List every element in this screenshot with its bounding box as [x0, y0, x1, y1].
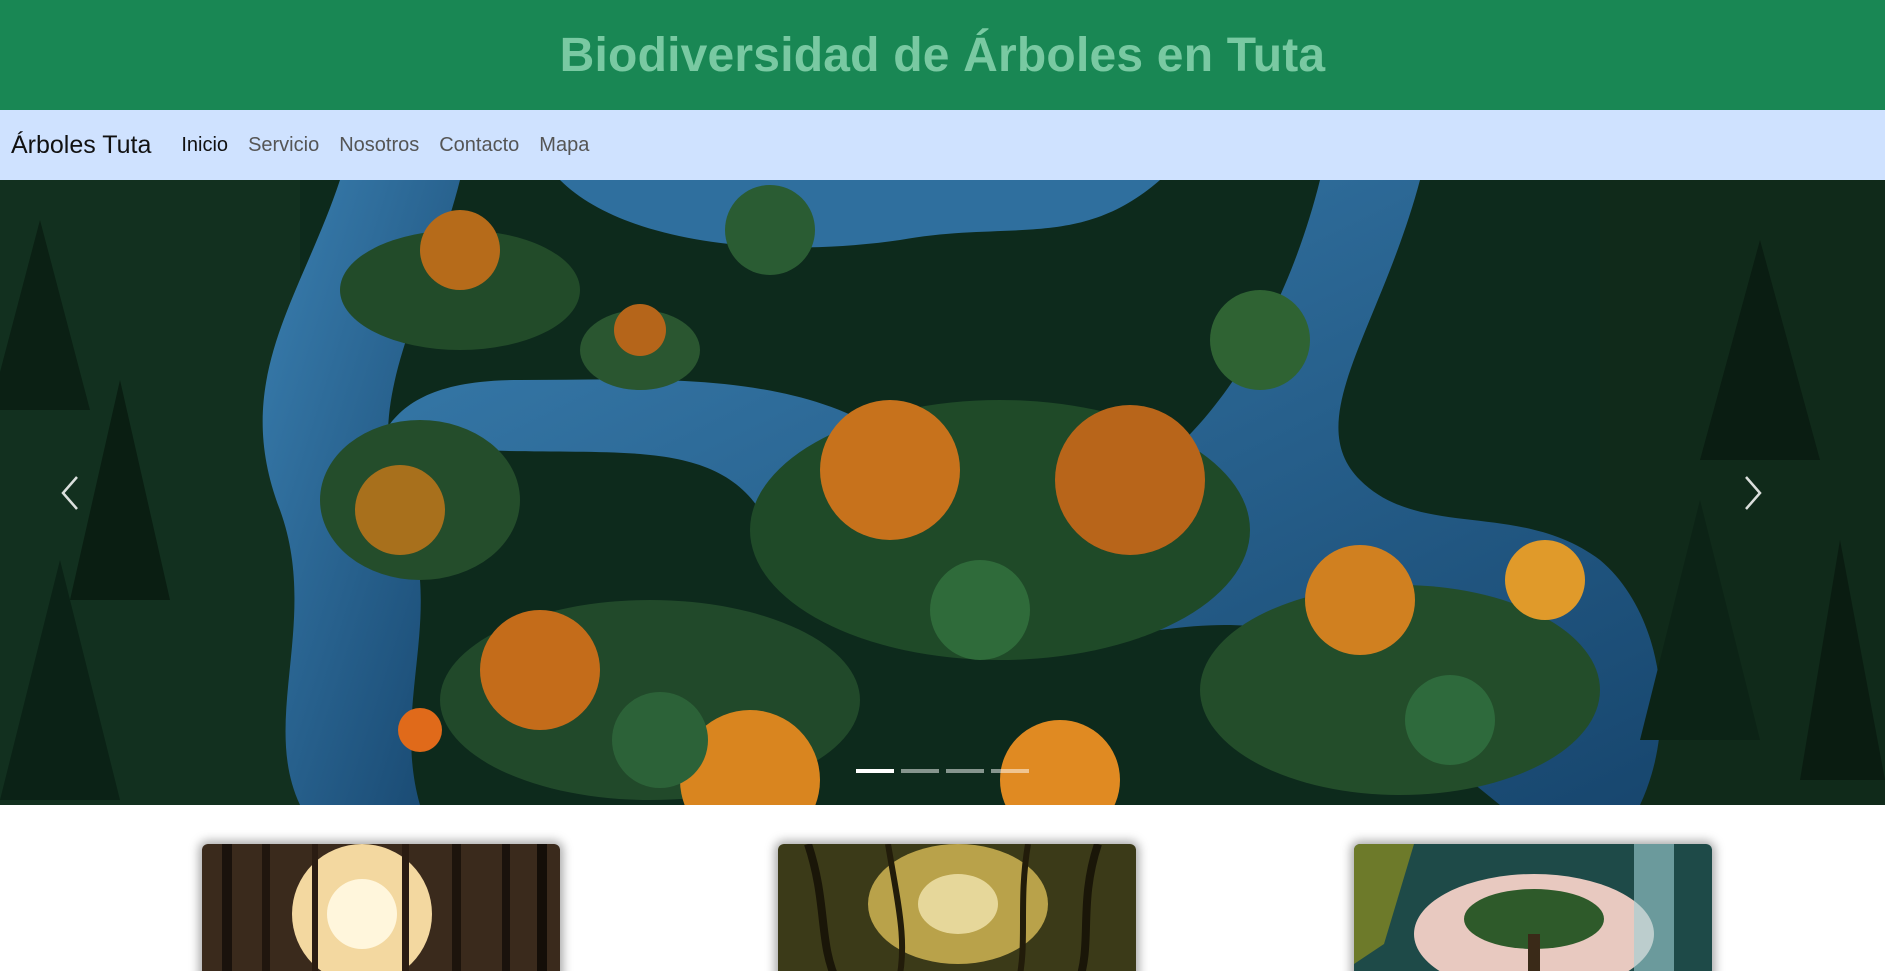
card-mystical-tree[interactable]: [1354, 844, 1712, 971]
carousel-indicator-3[interactable]: [946, 769, 984, 773]
card-image: [778, 844, 1136, 971]
hero-carousel: [0, 180, 1885, 805]
carousel-indicator-4[interactable]: [991, 769, 1029, 773]
card-golden-forest[interactable]: [778, 844, 1136, 971]
chevron-right-icon: [1745, 475, 1762, 510]
nav-item-nosotros[interactable]: Nosotros: [339, 134, 419, 157]
carousel-indicator-1[interactable]: [856, 769, 894, 773]
nav-item-servicio[interactable]: Servicio: [248, 134, 319, 157]
carousel-indicators: [0, 769, 1885, 773]
card-image: [202, 844, 560, 971]
page-title: Biodiversidad de Árboles en Tuta: [559, 28, 1326, 82]
nav-item-mapa[interactable]: Mapa: [539, 134, 589, 157]
carousel-slide-image: [0, 180, 1885, 805]
image-cards: [0, 805, 1885, 971]
nav-item-inicio[interactable]: Inicio: [181, 134, 228, 157]
carousel-prev-button[interactable]: [0, 180, 140, 805]
card-image: [1354, 844, 1712, 971]
site-header: Biodiversidad de Árboles en Tuta: [0, 0, 1885, 110]
nav-item-contacto[interactable]: Contacto: [439, 134, 519, 157]
navbar-brand[interactable]: Árboles Tuta: [11, 131, 151, 160]
carousel-indicator-2[interactable]: [901, 769, 939, 773]
chevron-left-icon: [61, 475, 78, 510]
card-sunlit-forest[interactable]: [202, 844, 560, 971]
main-navbar: Árboles Tuta Inicio Servicio Nosotros Co…: [0, 110, 1885, 180]
carousel-next-button[interactable]: [1683, 180, 1823, 805]
